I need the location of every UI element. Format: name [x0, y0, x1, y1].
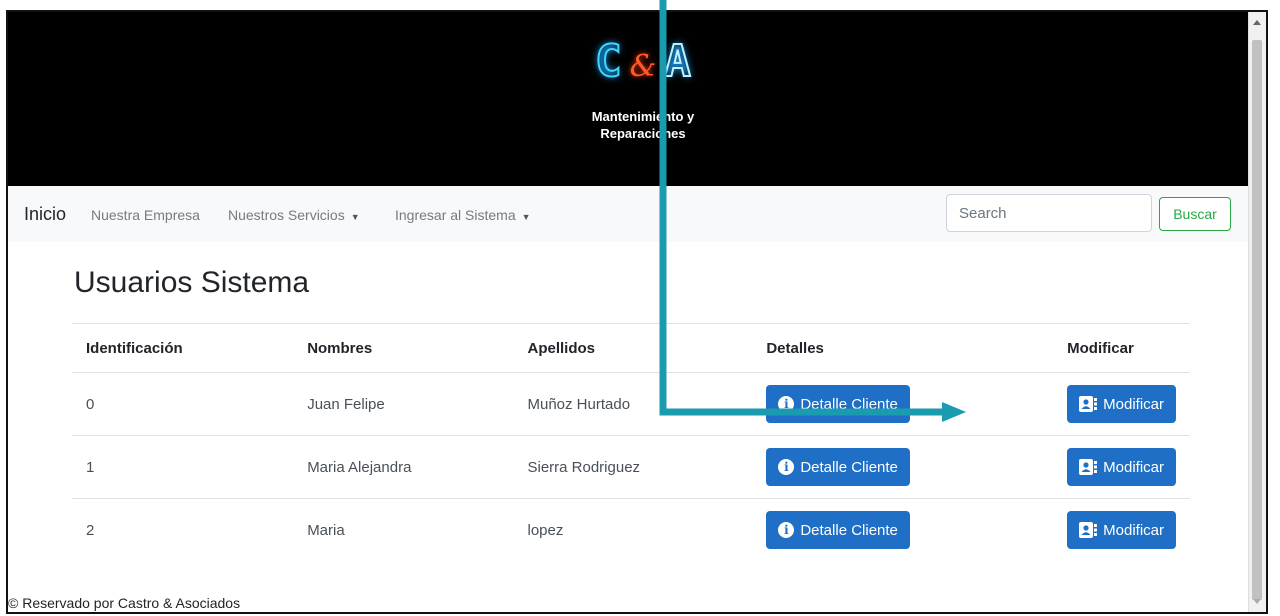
footer-copyright: © Reservado por Castro & Asociados — [8, 595, 241, 611]
cell-detalles: i Detalle Cliente — [752, 498, 1054, 561]
nav-dropdown-label: Nuestros Servicios — [228, 207, 345, 223]
cell-detalles: i Detalle Cliente — [752, 372, 1054, 436]
cell-apellidos: lopez — [513, 498, 753, 561]
column-header-nombres: Nombres — [293, 323, 514, 373]
table-row: 2 Maria lopez i Detalle Cliente Modifica… — [72, 498, 1190, 561]
caret-down-icon: ▼ — [350, 212, 360, 222]
modificar-button[interactable]: Modificar — [1067, 511, 1176, 549]
cell-apellidos: Muñoz Hurtado — [513, 372, 753, 436]
user-card-icon — [1079, 396, 1098, 412]
modificar-button[interactable]: Modificar — [1067, 385, 1176, 423]
nav-dropdown-nuestros-servicios[interactable]: Nuestros Servicios ▼ — [228, 207, 360, 223]
scrollbar-thumb[interactable] — [1252, 40, 1262, 600]
button-label: Detalle Cliente — [800, 521, 898, 539]
cell-modificar: Modificar — [1053, 435, 1190, 499]
users-table: Identificación Nombres Apellidos Detalle… — [72, 323, 1190, 561]
button-label: Modificar — [1103, 521, 1164, 539]
cell-apellidos: Sierra Rodriguez — [513, 435, 753, 499]
detalle-cliente-button[interactable]: i Detalle Cliente — [766, 385, 910, 423]
scroll-up-arrow-icon[interactable] — [1253, 20, 1261, 25]
button-label: Modificar — [1103, 458, 1164, 476]
cell-detalles: i Detalle Cliente — [752, 435, 1054, 499]
nav-link-nuestra-empresa[interactable]: Nuestra Empresa — [91, 207, 200, 223]
column-header-detalles: Detalles — [752, 323, 1054, 373]
logo-letter-c: C — [594, 35, 622, 88]
search-button[interactable]: Buscar — [1159, 197, 1231, 231]
cell-nombres: Juan Felipe — [293, 372, 514, 436]
tagline-line-1: Mantenimiento y — [591, 109, 695, 124]
cell-id: 1 — [72, 435, 294, 499]
button-label: Detalle Cliente — [800, 458, 898, 476]
scroll-down-arrow-icon[interactable] — [1253, 599, 1261, 604]
user-card-icon — [1079, 459, 1098, 475]
column-header-apellidos: Apellidos — [513, 323, 753, 373]
cell-id: 2 — [72, 498, 294, 561]
browser-frame: C & A Mantenimiento y Reparaciones Inicio … — [6, 10, 1268, 614]
cell-id: 0 — [72, 372, 294, 436]
tagline-line-2: Reparaciones — [600, 126, 686, 141]
column-header-modificar: Modificar — [1053, 323, 1190, 373]
button-label: Modificar — [1103, 395, 1164, 413]
header-banner: C & A Mantenimiento y Reparaciones — [8, 12, 1248, 186]
nav-brand-inicio[interactable]: Inicio — [24, 204, 66, 225]
column-header-identificacion: Identificación — [72, 323, 294, 373]
button-label: Detalle Cliente — [800, 395, 898, 413]
table-header-row: Identificación Nombres Apellidos Detalle… — [72, 323, 1190, 373]
nav-dropdown-label: Ingresar al Sistema — [395, 207, 516, 223]
info-circle-icon: i — [778, 522, 795, 538]
logo-ampersand: & — [629, 49, 657, 84]
search-input[interactable] — [946, 194, 1152, 232]
main-navbar: Inicio Nuestra Empresa Nuestros Servicio… — [8, 186, 1248, 242]
cell-modificar: Modificar — [1053, 498, 1190, 561]
table-row: 1 Maria Alejandra Sierra Rodriguez i Det… — [72, 435, 1190, 499]
table-row: 0 Juan Felipe Muñoz Hurtado i Detalle Cl… — [72, 372, 1190, 436]
caret-down-icon: ▼ — [521, 212, 531, 222]
nav-dropdown-ingresar-sistema[interactable]: Ingresar al Sistema ▼ — [395, 207, 531, 223]
cell-nombres: Maria Alejandra — [293, 435, 514, 499]
detalle-cliente-button[interactable]: i Detalle Cliente — [766, 511, 910, 549]
user-card-icon — [1079, 522, 1098, 538]
cell-modificar: Modificar — [1053, 372, 1190, 436]
company-tagline: Mantenimiento y Reparaciones — [548, 108, 738, 142]
cell-nombres: Maria — [293, 498, 514, 561]
logo-letter-a: A — [663, 35, 691, 88]
detalle-cliente-button[interactable]: i Detalle Cliente — [766, 448, 910, 486]
company-logo: C & A — [568, 35, 718, 88]
modificar-button[interactable]: Modificar — [1067, 448, 1176, 486]
info-circle-icon: i — [778, 396, 795, 412]
vertical-scrollbar[interactable] — [1248, 12, 1266, 612]
page-title: Usuarios Sistema — [74, 266, 310, 299]
info-circle-icon: i — [778, 459, 795, 475]
